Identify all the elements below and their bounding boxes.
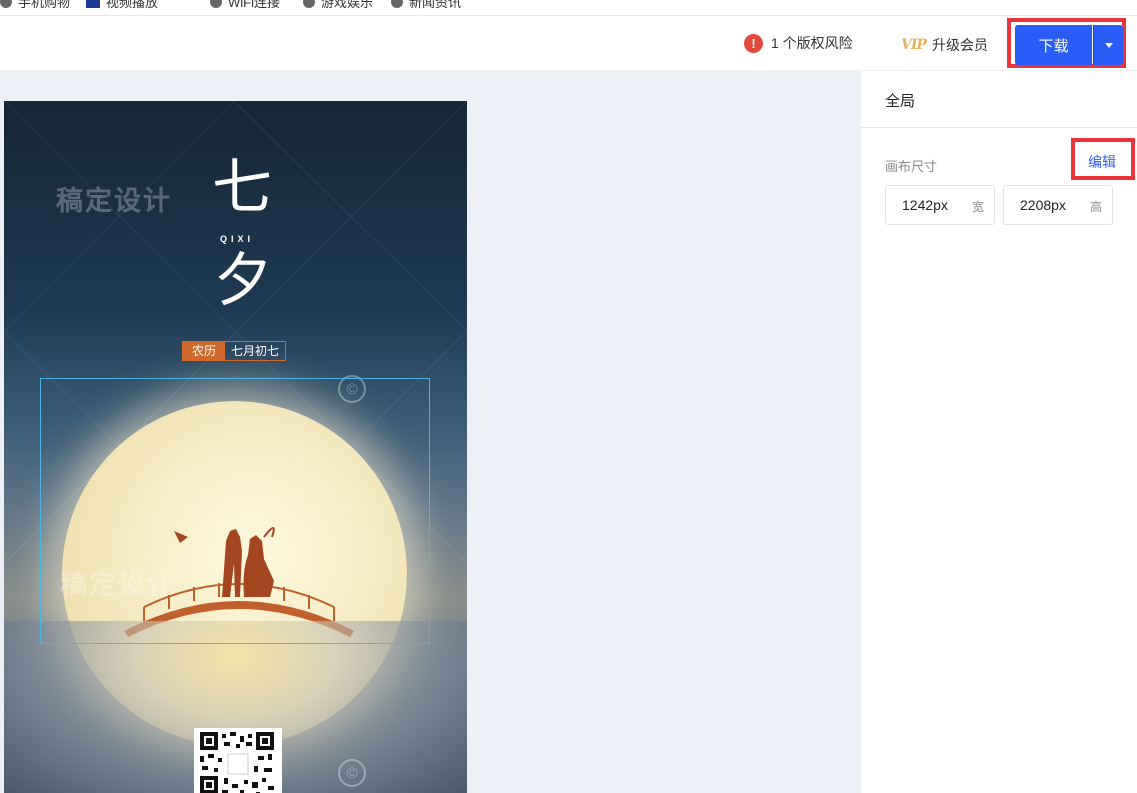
watermark-text: 稿定设计 (56, 186, 172, 216)
copyright-icon: © (338, 759, 366, 787)
divider (861, 127, 1137, 128)
bookmark-icon (86, 0, 100, 8)
globe-icon (0, 0, 12, 8)
upgrade-member-button[interactable]: VIP 升级会员 (901, 35, 988, 55)
bookmarks-bar: 手机购物 视频播放 WiFi连接 游戏娱乐 新闻资讯 (0, 0, 1137, 16)
canvas-width-value: 1242px (902, 197, 948, 213)
copyright-risk-button[interactable]: ! 1 个版权风险 (744, 33, 853, 53)
globe-icon (303, 0, 315, 8)
download-options-button[interactable] (1093, 25, 1123, 65)
qr-code[interactable] (194, 728, 282, 793)
poster-canvas[interactable]: 稿定设计 稿定设计 七 QIXI 夕 农历 七月初七 © © (4, 101, 467, 793)
download-highlight-box: 下载 (1007, 18, 1126, 68)
bookmark-item[interactable]: WiFi连接 (210, 0, 280, 11)
download-button[interactable]: 下载 (1015, 25, 1092, 65)
bookmark-item[interactable]: 视频播放 (86, 0, 158, 11)
globe-icon (210, 0, 222, 8)
top-toolbar: ! 1 个版权风险 VIP 升级会员 下载 (0, 16, 1137, 71)
copyright-risk-label: 1 个版权风险 (771, 35, 853, 51)
globe-icon (391, 0, 403, 8)
poster-subtitle[interactable]: QIXI (220, 234, 254, 244)
caret-down-icon (1104, 42, 1113, 48)
warning-icon: ! (744, 33, 763, 53)
lunar-label: 农历 (183, 342, 226, 360)
canvas-area: 稿定设计 稿定设计 七 QIXI 夕 农历 七月初七 © © (0, 71, 861, 793)
canvas-size-label: 画布尺寸 (885, 159, 938, 174)
canvas-width-unit: 宽 (971, 200, 984, 214)
poster-title-char[interactable]: 七 (212, 158, 272, 218)
edit-highlight-box: 编辑 (1071, 138, 1135, 180)
edit-canvas-size-link[interactable]: 编辑 (1088, 152, 1116, 172)
canvas-height-value: 2208px (1020, 197, 1066, 213)
panel-title: 全局 (885, 93, 916, 110)
properties-panel: 全局 画布尺寸 编辑 1242px 宽 2208px 高 (861, 71, 1137, 793)
canvas-width-field[interactable]: 1242px 宽 (885, 185, 995, 225)
qr-code-pattern (200, 732, 274, 793)
canvas-height-unit: 高 (1089, 200, 1102, 214)
vip-icon: VIP (901, 37, 927, 53)
lunar-date-tag[interactable]: 农历 七月初七 (182, 341, 287, 361)
selection-box[interactable] (40, 378, 430, 644)
bookmark-item[interactable]: 新闻资讯 (391, 0, 461, 11)
lunar-date: 七月初七 (231, 344, 280, 358)
upgrade-member-label: 升级会员 (931, 37, 988, 53)
bookmark-item[interactable]: 手机购物 (0, 0, 70, 11)
poster-title-char[interactable]: 夕 (214, 251, 272, 309)
canvas-height-field[interactable]: 2208px 高 (1003, 185, 1113, 225)
bookmark-item[interactable]: 游戏娱乐 (303, 0, 373, 11)
